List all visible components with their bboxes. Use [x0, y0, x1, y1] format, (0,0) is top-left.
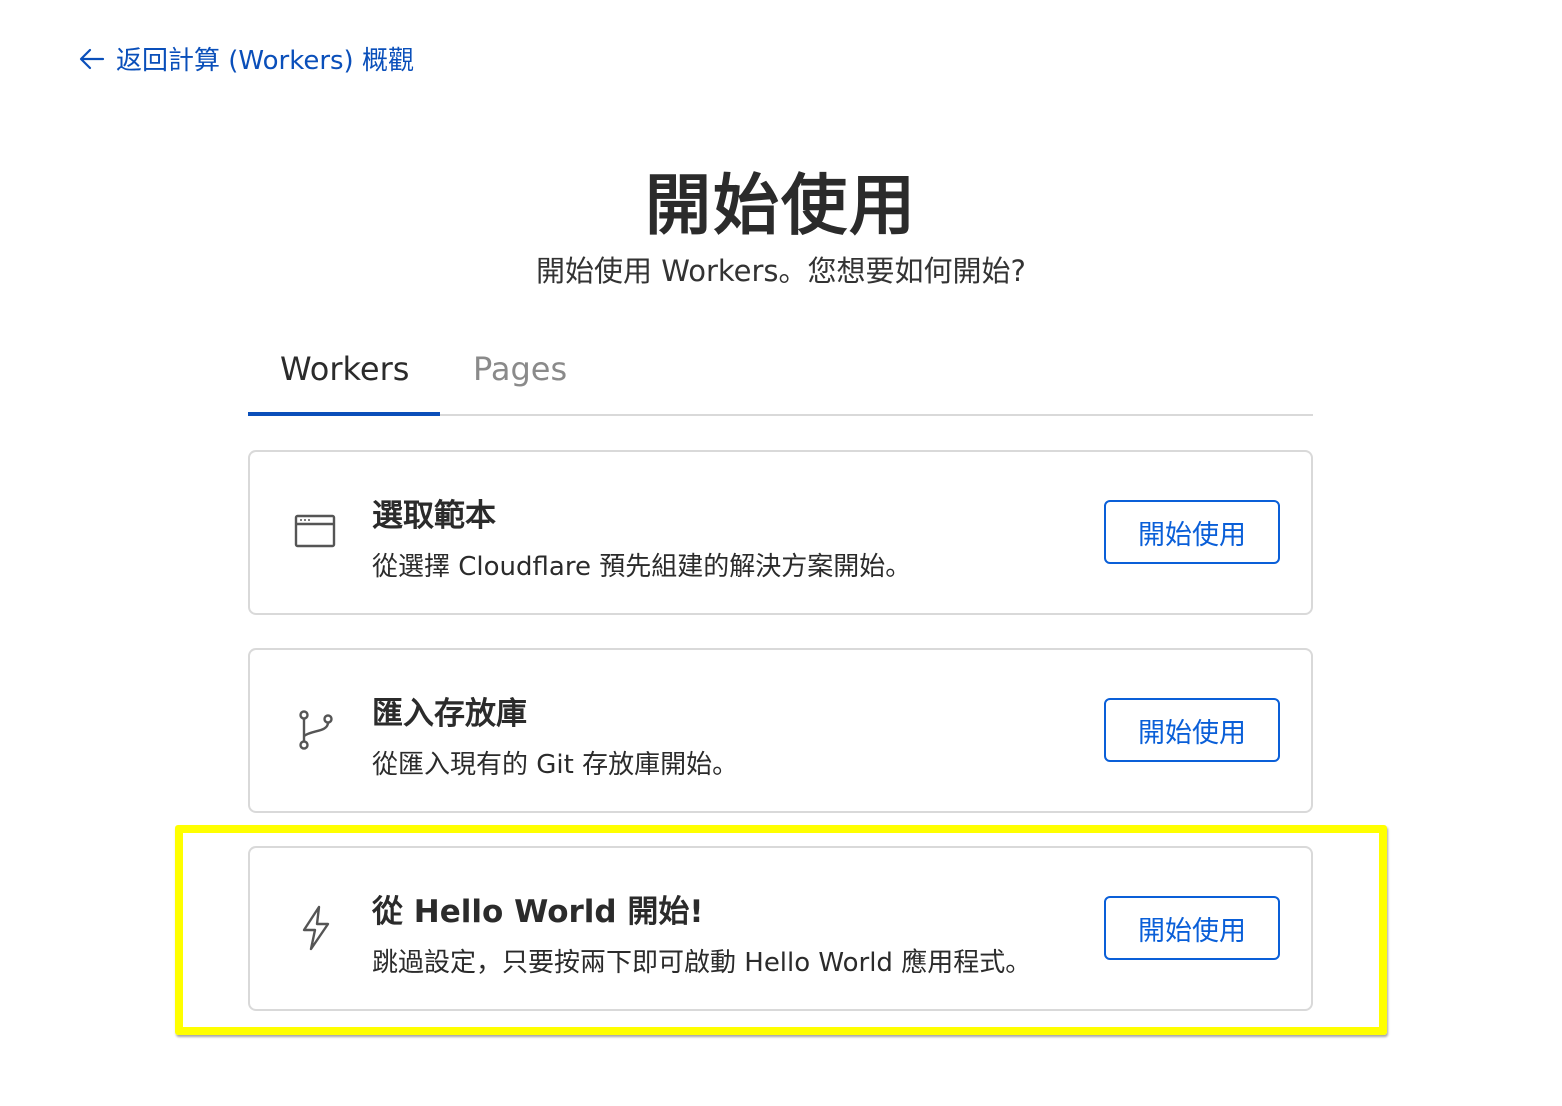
tab-workers[interactable]: Workers [280, 350, 409, 388]
option-title: 選取範本 [372, 498, 496, 534]
active-tab-indicator [248, 412, 440, 416]
option-card-template: 選取範本 從選擇 Cloudflare 預先組建的解決方案開始。 開始使用 [248, 450, 1313, 615]
hello-world-start-button[interactable]: 開始使用 [1104, 896, 1280, 960]
back-to-workers-overview-link[interactable]: 返回計算 (Workers) 概觀 [78, 40, 414, 77]
option-description: 從匯入現有的 Git 存放庫開始。 [372, 750, 739, 780]
tab-pages[interactable]: Pages [473, 350, 567, 388]
lightning-bolt-icon [292, 904, 340, 952]
page-title: 開始使用 [645, 167, 917, 244]
option-title: 從 Hello World 開始! [372, 894, 704, 930]
option-description: 從選擇 Cloudflare 預先組建的解決方案開始。 [372, 552, 912, 582]
browser-window-icon [292, 508, 340, 556]
option-title: 匯入存放庫 [372, 696, 527, 732]
select-template-start-button[interactable]: 開始使用 [1104, 500, 1280, 564]
git-branch-icon [292, 706, 340, 754]
back-link-label: 返回計算 (Workers) 概觀 [116, 46, 414, 76]
tab-bar: Workers Pages [248, 330, 1313, 416]
import-repo-start-button[interactable]: 開始使用 [1104, 698, 1280, 762]
option-card-import-repo: 匯入存放庫 從匯入現有的 Git 存放庫開始。 開始使用 [248, 648, 1313, 813]
page-subtitle: 開始使用 Workers。您想要如何開始? [536, 254, 1026, 288]
get-started-page: 返回計算 (Workers) 概觀 開始使用 開始使用 Workers。您想要如… [0, 0, 1562, 1106]
arrow-left-icon [78, 45, 106, 73]
option-card-hello-world: 從 Hello World 開始! 跳過設定，只要按兩下即可啟動 Hello W… [248, 846, 1313, 1011]
option-description: 跳過設定，只要按兩下即可啟動 Hello World 應用程式。 [372, 948, 1032, 978]
